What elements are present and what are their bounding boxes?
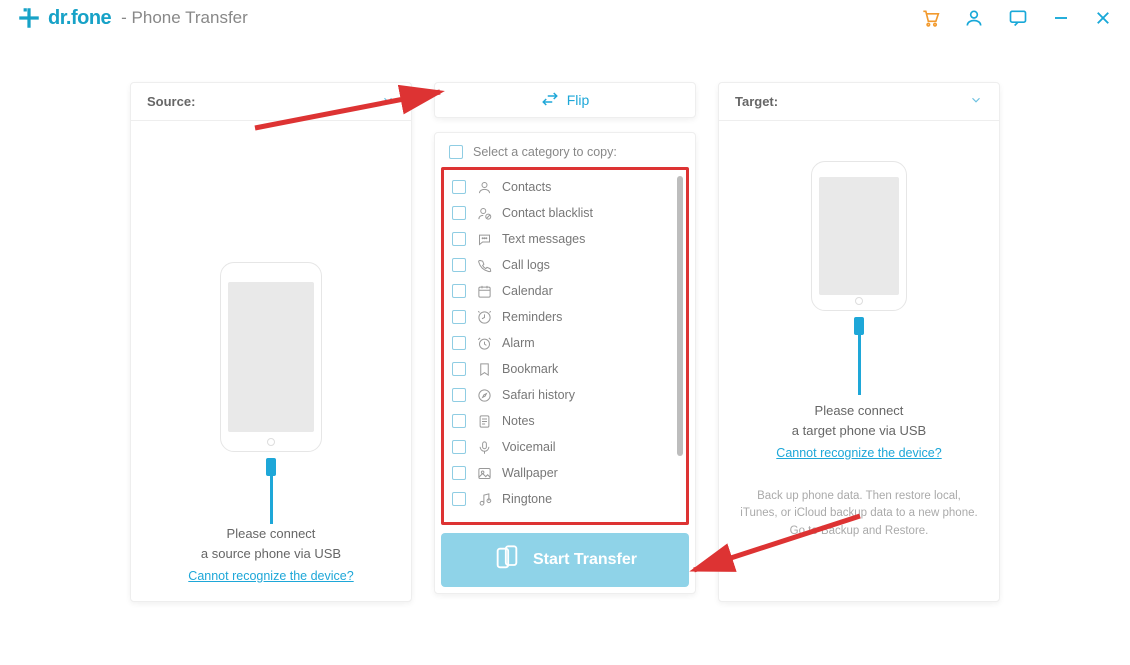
- category-item[interactable]: Voicemail: [446, 434, 684, 460]
- target-header[interactable]: Target:: [719, 83, 999, 121]
- category-item[interactable]: Contact blacklist: [446, 200, 684, 226]
- category-checkbox[interactable]: [452, 310, 466, 324]
- select-all-label: Select a category to copy:: [473, 145, 617, 159]
- phone-placeholder-icon: [220, 262, 322, 452]
- close-icon[interactable]: [1094, 9, 1112, 27]
- category-label: Ringtone: [502, 492, 552, 506]
- category-checkbox[interactable]: [452, 492, 466, 506]
- titlebar: dr.fone - Phone Transfer: [0, 0, 1130, 44]
- minimize-icon[interactable]: [1052, 9, 1070, 27]
- usb-cable-icon: [854, 317, 864, 395]
- category-label: Wallpaper: [502, 466, 558, 480]
- category-label: Contact blacklist: [502, 206, 593, 220]
- compass-icon: [476, 387, 492, 403]
- select-all-checkbox[interactable]: [449, 145, 463, 159]
- person-icon: [476, 179, 492, 195]
- audio-icon: [476, 517, 492, 518]
- start-transfer-label: Start Transfer: [533, 551, 637, 569]
- message-icon: [476, 231, 492, 247]
- person-block-icon: [476, 205, 492, 221]
- source-header[interactable]: Source:: [131, 83, 411, 121]
- category-item[interactable]: Ringtone: [446, 486, 684, 512]
- target-connect-message: Please connect a target phone via USB: [792, 401, 926, 440]
- image-icon: [476, 465, 492, 481]
- category-checkbox[interactable]: [452, 440, 466, 454]
- category-label: Voicemail: [502, 440, 556, 454]
- category-checkbox[interactable]: [452, 336, 466, 350]
- flip-icon: [541, 90, 559, 111]
- app-logo-icon: [16, 5, 42, 31]
- category-label: Call logs: [502, 258, 550, 272]
- category-item[interactable]: Reminders: [446, 304, 684, 330]
- target-label: Target:: [735, 94, 778, 109]
- category-item[interactable]: Voice Memos: [446, 512, 684, 518]
- category-item[interactable]: Notes: [446, 408, 684, 434]
- target-hint: Back up phone data. Then restore local, …: [719, 488, 999, 540]
- category-item[interactable]: Safari history: [446, 382, 684, 408]
- target-panel: Target: Please connect a target phone vi…: [718, 82, 1000, 602]
- brand-name: dr.fone: [48, 7, 111, 30]
- category-label: Notes: [502, 414, 535, 428]
- category-checkbox[interactable]: [452, 206, 466, 220]
- target-phone-area: Please connect a target phone via USB Ca…: [719, 121, 999, 601]
- category-item[interactable]: Bookmark: [446, 356, 684, 382]
- source-recognize-link[interactable]: Cannot recognize the device?: [188, 569, 353, 583]
- category-checkbox[interactable]: [452, 362, 466, 376]
- category-panel: Select a category to copy: ContactsConta…: [434, 132, 696, 594]
- flip-button[interactable]: Flip: [434, 82, 696, 118]
- category-checkbox[interactable]: [452, 232, 466, 246]
- category-item[interactable]: Calendar: [446, 278, 684, 304]
- chevron-down-icon: [969, 93, 983, 110]
- feedback-icon[interactable]: [1008, 8, 1028, 28]
- window-controls: [920, 8, 1112, 28]
- scrollbar[interactable]: [677, 176, 683, 456]
- cart-icon[interactable]: [920, 8, 940, 28]
- source-phone-area: Please connect a source phone via USB Ca…: [131, 121, 411, 601]
- phone-icon: [476, 257, 492, 273]
- category-checkbox[interactable]: [452, 180, 466, 194]
- user-icon[interactable]: [964, 8, 984, 28]
- flip-label: Flip: [567, 92, 590, 108]
- music-icon: [476, 491, 492, 507]
- category-label: Alarm: [502, 336, 535, 350]
- category-item[interactable]: Wallpaper: [446, 460, 684, 486]
- category-label: Safari history: [502, 388, 575, 402]
- bookmark-icon: [476, 361, 492, 377]
- source-connect-message: Please connect a source phone via USB: [201, 524, 341, 563]
- category-label: Calendar: [502, 284, 553, 298]
- category-item[interactable]: Contacts: [446, 174, 684, 200]
- category-scroll[interactable]: Contacts Contact blacklist Text messages Ca…: [446, 174, 684, 518]
- category-checkbox[interactable]: [452, 258, 466, 272]
- main-area: Source: Please connect a source phone vi…: [0, 44, 1130, 602]
- category-label: Text messages: [502, 232, 585, 246]
- phones-icon: [493, 544, 521, 577]
- category-label: Contacts: [502, 180, 551, 194]
- source-panel: Source: Please connect a source phone vi…: [130, 82, 412, 602]
- notes-icon: [476, 413, 492, 429]
- alarm-icon: [476, 335, 492, 351]
- mic-icon: [476, 439, 492, 455]
- category-item[interactable]: Call logs: [446, 252, 684, 278]
- center-column: Flip Select a category to copy: Contacts…: [434, 82, 696, 602]
- usb-cable-icon: [266, 458, 276, 524]
- reminder-icon: [476, 309, 492, 325]
- app-title: - Phone Transfer: [121, 8, 248, 28]
- start-transfer-button[interactable]: Start Transfer: [441, 533, 689, 587]
- brand: dr.fone - Phone Transfer: [16, 5, 248, 31]
- category-list-highlight: Contacts Contact blacklist Text messages Ca…: [441, 167, 689, 525]
- category-checkbox[interactable]: [452, 388, 466, 402]
- category-checkbox[interactable]: [452, 466, 466, 480]
- chevron-down-icon: [381, 93, 395, 110]
- target-recognize-link[interactable]: Cannot recognize the device?: [776, 446, 941, 460]
- category-item[interactable]: Text messages: [446, 226, 684, 252]
- category-label: Bookmark: [502, 362, 558, 376]
- calendar-icon: [476, 283, 492, 299]
- category-checkbox[interactable]: [452, 414, 466, 428]
- category-label: Reminders: [502, 310, 562, 324]
- source-label: Source:: [147, 94, 195, 109]
- category-item[interactable]: Alarm: [446, 330, 684, 356]
- select-all-row[interactable]: Select a category to copy:: [435, 139, 695, 167]
- category-checkbox[interactable]: [452, 284, 466, 298]
- phone-placeholder-icon: [811, 161, 907, 311]
